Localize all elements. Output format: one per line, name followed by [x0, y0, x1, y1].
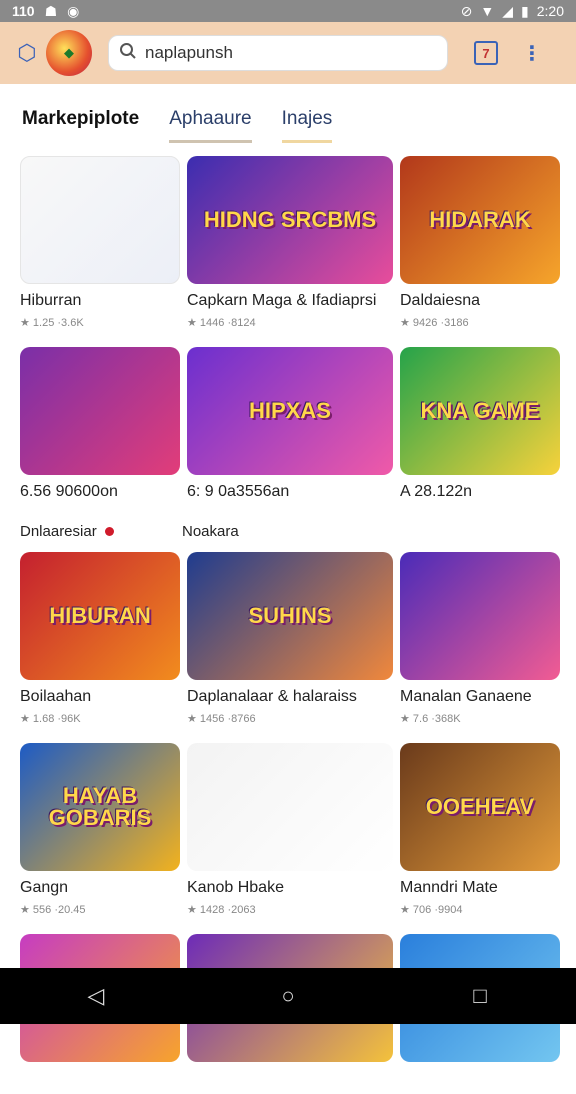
thumbnail-banner: HIDARAK — [429, 209, 530, 231]
app-card[interactable]: Kanob Hbake ★ 1428 ·2063 — [187, 743, 393, 916]
grid-row: 6.56 90600on HIPXAS 6: 9 0a3556an KNA GAME A… — [20, 347, 560, 507]
app-thumbnail[interactable]: HIBURAN — [20, 552, 180, 680]
app-thumbnail[interactable]: HIDARAK — [400, 156, 560, 284]
clock: 2:20 — [537, 3, 564, 19]
app-title: Gangn — [20, 879, 180, 897]
calendar-icon[interactable]: 7 — [474, 41, 498, 65]
app-card[interactable]: HAYAB GOBARIS Gangn ★ 556 ·20.45 — [20, 743, 180, 916]
row-spacer — [20, 725, 560, 743]
app-grid: Hiburran ★ 1.25 ·3.6K HIDNG SRCBMS Capkarn … — [20, 156, 560, 1094]
app-thumbnail[interactable]: SUHINS — [187, 552, 393, 680]
tab-marketplace[interactable]: Markepiplote — [22, 108, 139, 140]
app-rating: ★ 7.6 ·368K — [400, 712, 560, 725]
row-spacer — [20, 1076, 560, 1094]
thumbnail-banner: HAYAB GOBARIS — [20, 785, 180, 829]
app-title: 6: 9 0a3556an — [187, 483, 393, 501]
app-rating: ★ 1446 ·8124 — [187, 316, 393, 329]
notification-dot-icon — [105, 527, 114, 536]
app-title: 6.56 90600on — [20, 483, 180, 501]
app-rating: ★ 1456 ·8766 — [187, 712, 393, 725]
app-title: Daldaiesna — [400, 292, 560, 310]
more-options-icon[interactable]: ⋮ — [522, 41, 542, 66]
thumbnail-banner: SUHINS — [248, 605, 331, 627]
app-rating: ★ 706 ·9904 — [400, 903, 560, 916]
app-title: A 28.122n — [400, 483, 560, 501]
app-rating: ★ 1.68 ·96K — [20, 712, 180, 725]
thumbnail-banner: OOEHEAV — [426, 796, 534, 818]
app-title: Boilaahan — [20, 688, 180, 706]
tab-bar: Markepiplote Aphaaure Inajes — [22, 108, 362, 143]
app-title: Manndri Mate — [400, 879, 560, 897]
app-title: Hiburran — [20, 292, 180, 310]
grid-row: HIBURAN Boilaahan ★ 1.68 ·96K SUHINS Daplana… — [20, 552, 560, 725]
app-title: Capkarn Maga & Ifadiaprsi — [187, 292, 393, 310]
app-thumbnail[interactable] — [187, 743, 393, 871]
status-left-text: 110 — [12, 3, 35, 19]
home-icon[interactable]: ⬡ — [14, 40, 40, 66]
home-button-icon[interactable]: ○ — [268, 976, 308, 1016]
app-title: Kanob Hbake — [187, 879, 393, 897]
status-bar: 110 ☗ ◉ ⊘ ▼ ◢ ▮ 2:20 — [0, 0, 576, 22]
app-card[interactable]: HIPXAS 6: 9 0a3556an — [187, 347, 393, 507]
tab-inajes[interactable]: Inajes — [282, 108, 333, 143]
grid-row: HAYAB GOBARIS Gangn ★ 556 ·20.45 Kanob Hbak… — [20, 743, 560, 916]
section-header: Dnlaaresiar Noakara — [20, 523, 560, 540]
app-thumbnail[interactable]: OOEHEAV — [400, 743, 560, 871]
mute-icon: ⊘ — [461, 3, 473, 20]
app-card[interactable]: HIDARAK Daldaiesna ★ 9426 ·3186 — [400, 156, 560, 329]
app-card[interactable]: HIDNG SRCBMS Capkarn Maga & Ifadiaprsi ★ 1… — [187, 156, 393, 329]
notification-icon: ☗ — [45, 3, 58, 20]
navigation-bar: ◁ ○ □ — [0, 968, 576, 1024]
thumbnail-banner: KNA GAME — [421, 400, 540, 422]
app-title: Daplanalaar & halaraiss — [187, 688, 393, 706]
search-icon — [119, 42, 137, 65]
app-thumbnail[interactable] — [20, 156, 180, 284]
app-thumbnail[interactable]: KNA GAME — [400, 347, 560, 475]
app-card[interactable]: KNA GAME A 28.122n — [400, 347, 560, 507]
tab-aphaaure[interactable]: Aphaaure — [169, 108, 251, 143]
back-icon[interactable]: ◁ — [76, 976, 116, 1016]
thumbnail-banner: HIDNG SRCBMS — [204, 209, 376, 231]
app-card[interactable]: HIBURAN Boilaahan ★ 1.68 ·96K — [20, 552, 180, 725]
section-right-label: Noakara — [182, 523, 239, 540]
app-icon: ◉ — [67, 3, 79, 20]
grid-row: Hiburran ★ 1.25 ·3.6K HIDNG SRCBMS Capkarn … — [20, 156, 560, 329]
section-left-label: Dnlaaresiar — [20, 523, 97, 540]
search-input[interactable] — [145, 43, 435, 63]
thumbnail-banner: HIPXAS — [249, 400, 331, 422]
thumbnail-banner: HIBURAN — [49, 605, 150, 627]
recents-icon[interactable]: □ — [460, 976, 500, 1016]
battery-icon: ▮ — [521, 3, 529, 20]
app-bar: ⬡ ◆ 7 ⋮ — [0, 22, 576, 84]
app-card[interactable]: OOEHEAV Manndri Mate ★ 706 ·9904 — [400, 743, 560, 916]
app-rating: ★ 1428 ·2063 — [187, 903, 393, 916]
app-rating: ★ 9426 ·3186 — [400, 316, 560, 329]
search-bar[interactable] — [108, 35, 448, 71]
app-card[interactable]: 6.56 90600on — [20, 347, 180, 507]
row-spacer — [20, 329, 560, 347]
app-thumbnail[interactable] — [20, 347, 180, 475]
app-rating: ★ 556 ·20.45 — [20, 903, 180, 916]
app-card[interactable]: Manalan Ganaene ★ 7.6 ·368K — [400, 552, 560, 725]
app-logo[interactable]: ◆ — [46, 30, 92, 76]
row-spacer — [20, 916, 560, 934]
app-thumbnail[interactable]: HIDNG SRCBMS — [187, 156, 393, 284]
app-rating: ★ 1.25 ·3.6K — [20, 316, 180, 329]
app-thumbnail[interactable]: HIPXAS — [187, 347, 393, 475]
app-card[interactable]: SUHINS Daplanalaar & halaraiss ★ 1456 ·876… — [187, 552, 393, 725]
app-thumbnail[interactable]: HAYAB GOBARIS — [20, 743, 180, 871]
app-thumbnail[interactable] — [400, 552, 560, 680]
wifi-icon: ▼ — [480, 3, 494, 19]
signal-icon: ◢ — [502, 3, 513, 20]
app-title: Manalan Ganaene — [400, 688, 560, 706]
app-card[interactable]: Hiburran ★ 1.25 ·3.6K — [20, 156, 180, 329]
